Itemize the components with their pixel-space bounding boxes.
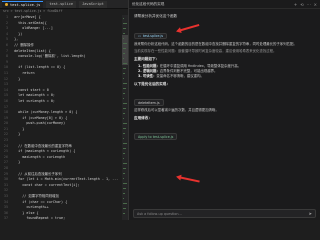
more-icon[interactable]: ⋯ bbox=[307, 2, 311, 7]
minimap-line bbox=[123, 103, 127, 104]
chat-title: 优化这段代码的实现 bbox=[132, 1, 165, 6]
new-chat-icon[interactable]: + bbox=[294, 2, 297, 7]
code-text: const char = currentText[i]; bbox=[10, 182, 80, 187]
minimap-line bbox=[123, 143, 127, 144]
code-text: foundRepeat = true; bbox=[10, 216, 66, 220]
minimap-line bbox=[123, 183, 127, 184]
modified-dot-icon bbox=[5, 3, 8, 6]
minimap-line bbox=[123, 33, 125, 34]
minimap-line bbox=[123, 138, 124, 139]
tab-language[interactable]: JavaScript bbox=[79, 0, 107, 8]
answer-paragraph: 当前实现存在一些性能问题：嵌套循环导致时间复杂度较高，建议使用哈希表来优化查找过… bbox=[134, 49, 277, 53]
minimap-line bbox=[123, 158, 124, 159]
breadcrumb[interactable]: src > test-splice.js > findDiff bbox=[0, 9, 128, 14]
editor-tab-bar: test-splice.js test-splice JavaScript bbox=[0, 0, 128, 9]
answer-paragraph: 我来帮你分析这段代码。这个函数的目的是在数组中查找并删除重复的字符串，同时处理最… bbox=[134, 42, 297, 46]
minimap-line bbox=[123, 148, 126, 149]
answer-list-item: 3. 可读性：变量命名不够清晰，建议重构。 bbox=[138, 74, 204, 78]
minimap-line bbox=[123, 93, 125, 94]
minimap-line bbox=[123, 68, 126, 69]
code-area[interactable]: 1 arr[orMove] {2 this.setData({3 oldRang… bbox=[0, 15, 122, 220]
minimap-line bbox=[123, 208, 126, 209]
close-icon[interactable]: × bbox=[314, 2, 317, 7]
apply-button[interactable]: Apply to test-splice.js bbox=[134, 133, 178, 140]
minimap-line bbox=[123, 78, 124, 79]
code-line[interactable]: 37 foundRepeat = true; bbox=[0, 216, 122, 220]
minimap-line bbox=[123, 83, 127, 84]
minimap-line bbox=[123, 38, 124, 39]
answer-section-title: 应用修改： bbox=[134, 116, 152, 120]
ai-chat-pane: 优化这段代码的实现 + ⟲ ⋯ × 请帮我分析并优化这个函数 ▭ test-spl… bbox=[128, 0, 320, 220]
chat-messages[interactable]: 请帮我分析并优化这个函数 ▭ test-splice.js 我来帮你分析这段代码。… bbox=[129, 10, 320, 208]
minimap-line bbox=[123, 168, 126, 169]
answer-section-title: 以下是优化后的实现： bbox=[134, 82, 170, 86]
minimap-line bbox=[123, 178, 124, 179]
answer-paragraph: 这样修改后可以显著减少遍历次数，并且逻辑更加清晰。 bbox=[134, 108, 219, 112]
code-block-chip[interactable]: deleteItem.js bbox=[134, 99, 164, 106]
file-reference-chip[interactable]: ▭ test-splice.js bbox=[134, 33, 168, 39]
minimap-line bbox=[123, 28, 126, 29]
minimap-line bbox=[123, 193, 125, 194]
minimap-line bbox=[123, 128, 126, 129]
send-icon[interactable]: ➤ bbox=[309, 211, 312, 216]
user-question: 请帮我分析并优化这个函数 bbox=[134, 14, 178, 18]
minimap-line bbox=[123, 58, 124, 59]
code-text: console.log('删除前', list.length) bbox=[10, 54, 86, 59]
chat-input[interactable]: Ask a follow-up question... ➤ bbox=[133, 209, 316, 218]
minimap-line bbox=[123, 48, 126, 49]
code-text: let curLength = 0; bbox=[10, 98, 55, 103]
minimap-line bbox=[123, 203, 127, 204]
minimap-line bbox=[123, 133, 125, 134]
minimap-line bbox=[123, 63, 127, 64]
minimap-line bbox=[123, 123, 127, 124]
minimap-line bbox=[123, 18, 124, 19]
minimap-line bbox=[123, 88, 126, 89]
tab-test-splice[interactable]: test-splice bbox=[46, 0, 77, 8]
minimap-line bbox=[123, 98, 124, 99]
minimap-line bbox=[123, 213, 125, 214]
minimap-line bbox=[123, 173, 125, 174]
code-text: } bbox=[10, 160, 21, 165]
minimap-line bbox=[123, 153, 125, 154]
minimap-line bbox=[123, 113, 125, 114]
minimap-line bbox=[123, 73, 125, 74]
minimap-line bbox=[123, 198, 124, 199]
chat-input-placeholder: Ask a follow-up question... bbox=[137, 211, 182, 216]
minimap-line bbox=[123, 163, 127, 164]
code-text: } bbox=[10, 132, 21, 137]
line-number: 37 bbox=[3, 216, 8, 220]
minimap-line bbox=[123, 108, 126, 109]
answer-section-title: 主要问题如下： bbox=[134, 57, 160, 61]
tab-test-splice-js[interactable]: test-splice.js bbox=[2, 0, 44, 8]
code-editor-pane: test-splice.js test-splice JavaScript sr… bbox=[0, 0, 128, 220]
code-text: } bbox=[10, 76, 21, 81]
minimap-line bbox=[123, 53, 125, 54]
minimap-line bbox=[123, 23, 127, 24]
minimap-line bbox=[123, 43, 127, 44]
chat-header: 优化这段代码的实现 + ⟲ ⋯ × bbox=[129, 0, 320, 9]
file-icon: ▭ bbox=[138, 34, 142, 38]
minimap-line bbox=[123, 118, 124, 119]
history-icon[interactable]: ⟲ bbox=[300, 2, 303, 7]
minimap-line bbox=[123, 188, 126, 189]
